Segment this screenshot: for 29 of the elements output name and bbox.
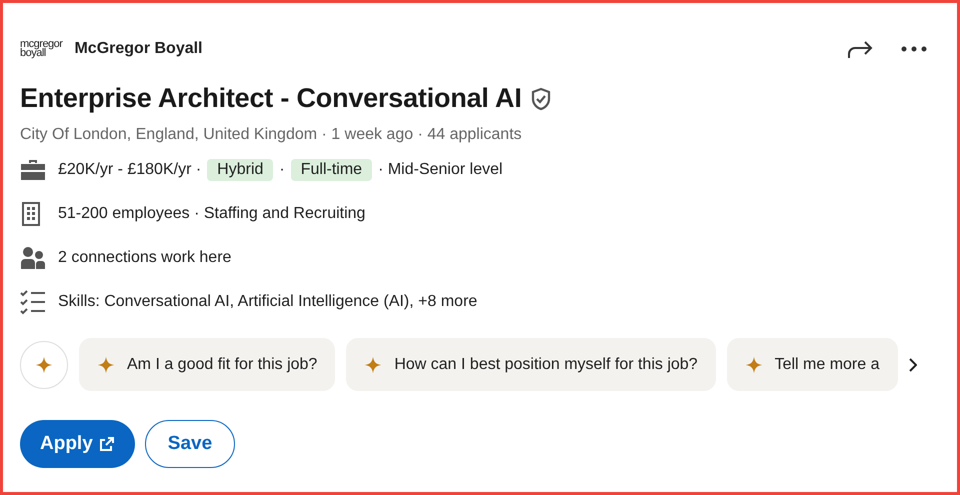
share-icon[interactable]: [847, 39, 873, 59]
briefcase-icon: [20, 159, 46, 181]
detail-text: 2 connections work here: [58, 249, 232, 267]
sparkle-button[interactable]: [20, 340, 68, 388]
company-name[interactable]: McGregor Boyall: [74, 40, 202, 58]
more-options-icon[interactable]: [901, 46, 927, 52]
sparkle-icon: [97, 356, 115, 374]
sparkle-icon: [364, 356, 382, 374]
chevron-right-icon[interactable]: [908, 358, 916, 372]
sparkle-icon: [744, 356, 763, 374]
job-tag: Hybrid: [207, 159, 274, 181]
detail-text: 51-200 employees · Staffing and Recruiting: [58, 205, 366, 223]
checklist-icon: [20, 289, 46, 315]
prompt-chip[interactable]: Am I a good fit for this job?: [79, 338, 336, 391]
apply-button[interactable]: Apply: [20, 420, 135, 468]
job-meta: City Of London, England, United Kingdom · 1 week ago · 44 applicants: [20, 126, 523, 144]
people-icon: [20, 246, 46, 270]
building-icon: [20, 201, 42, 227]
company-logo: mcgregor boyall: [20, 40, 62, 58]
detail-text: · Mid-Senior level: [378, 161, 503, 179]
job-tag: Full-time: [290, 159, 372, 181]
detail-text: ·: [279, 161, 285, 179]
save-button[interactable]: Save: [144, 420, 236, 468]
prompt-chip[interactable]: How can I best position myself for this job?: [346, 338, 716, 391]
detail-text: Skills: Conversational AI, Artificial Intelligence (AI), +8 more: [58, 293, 478, 311]
detail-text: £20K/yr - £180K/yr ·: [58, 161, 202, 179]
sparkle-icon: [35, 356, 53, 374]
job-title: Enterprise Architect - Conversational AI: [20, 83, 522, 114]
prompt-chip[interactable]: Tell me more a: [726, 338, 898, 391]
